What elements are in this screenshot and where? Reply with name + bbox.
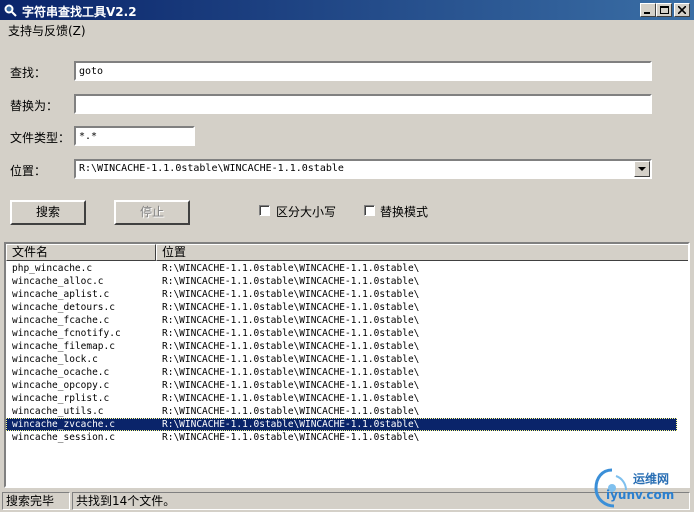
table-row[interactable]: wincache_alloc.c R:\WINCACHE-1.1.0stable\… bbox=[6, 275, 688, 288]
watermark: 运维网 iyunv.com bbox=[592, 466, 692, 510]
table-row[interactable]: wincache_utils.c R:\WINCACHE-1.1.0stable\… bbox=[6, 405, 688, 418]
cell-location: R:\WINCACHE-1.1.0stable\WINCACHE-1.1.0st… bbox=[162, 419, 420, 430]
case-sensitive-label: 区分大小写 bbox=[276, 205, 337, 219]
cell-filename: wincache_fcache.c bbox=[12, 315, 110, 326]
cell-filename: wincache_utils.c bbox=[12, 406, 104, 417]
table-row[interactable]: wincache_zvcache.c R:\WINCACHE-1.1.0stabl… bbox=[6, 418, 677, 431]
replace-mode-checkbox[interactable] bbox=[364, 205, 375, 216]
magnifier-app-icon bbox=[3, 3, 17, 17]
menu-support-feedback[interactable]: 支持与反馈(Z) bbox=[8, 22, 86, 39]
filetype-label: 文件类型： bbox=[10, 131, 71, 145]
cell-filename: wincache_rplist.c bbox=[12, 393, 110, 404]
cell-filename: wincache_filemap.c bbox=[12, 341, 115, 352]
cell-location: R:\WINCACHE-1.1.0stable\WINCACHE-1.1.0st… bbox=[162, 263, 420, 274]
location-value: R:\WINCACHE-1.1.0stable\WINCACHE-1.1.0st… bbox=[79, 163, 344, 174]
cell-location: R:\WINCACHE-1.1.0stable\WINCACHE-1.1.0st… bbox=[162, 406, 420, 417]
list-header: 文件名 位置 bbox=[6, 244, 688, 261]
cell-filename: wincache_aplist.c bbox=[12, 289, 110, 300]
chevron-down-icon bbox=[638, 167, 646, 171]
column-header-filename[interactable]: 文件名 bbox=[6, 244, 156, 261]
location-dropdown-button[interactable] bbox=[634, 161, 650, 177]
cell-filename: wincache_detours.c bbox=[12, 302, 115, 313]
cell-location: R:\WINCACHE-1.1.0stable\WINCACHE-1.1.0st… bbox=[162, 432, 420, 443]
cell-filename: wincache_opcopy.c bbox=[12, 380, 110, 391]
table-row[interactable]: wincache_ocache.c R:\WINCACHE-1.1.0stable… bbox=[6, 366, 688, 379]
cell-filename: php_wincache.c bbox=[12, 263, 93, 274]
cell-location: R:\WINCACHE-1.1.0stable\WINCACHE-1.1.0st… bbox=[162, 393, 420, 404]
cell-location: R:\WINCACHE-1.1.0stable\WINCACHE-1.1.0st… bbox=[162, 367, 420, 378]
menu-bar: 支持与反馈(Z) bbox=[0, 20, 694, 39]
case-sensitive-checkbox[interactable] bbox=[259, 205, 270, 216]
location-label: 位置： bbox=[10, 164, 47, 178]
cell-filename: wincache_ocache.c bbox=[12, 367, 110, 378]
cell-location: R:\WINCACHE-1.1.0stable\WINCACHE-1.1.0st… bbox=[162, 341, 420, 352]
results-rows: php_wincache.c R:\WINCACHE-1.1.0stable\WI… bbox=[6, 262, 688, 444]
table-row[interactable]: wincache_fcache.c R:\WINCACHE-1.1.0stable… bbox=[6, 314, 688, 327]
table-row[interactable]: wincache_filemap.c R:\WINCACHE-1.1.0stabl… bbox=[6, 340, 688, 353]
minimize-button[interactable] bbox=[640, 3, 656, 17]
close-button[interactable] bbox=[674, 3, 690, 17]
table-row[interactable]: wincache_opcopy.c R:\WINCACHE-1.1.0stable… bbox=[6, 379, 688, 392]
column-header-location[interactable]: 位置 bbox=[156, 244, 688, 261]
window-title: 字符串查找工具V2.2 bbox=[22, 5, 137, 19]
replace-input[interactable] bbox=[74, 94, 652, 114]
cell-filename: wincache_fcnotify.c bbox=[12, 328, 121, 339]
table-row[interactable]: wincache_fcnotify.c R:\WINCACHE-1.1.0stab… bbox=[6, 327, 688, 340]
cell-filename: wincache_session.c bbox=[12, 432, 115, 443]
cell-location: R:\WINCACHE-1.1.0stable\WINCACHE-1.1.0st… bbox=[162, 315, 420, 326]
find-input[interactable] bbox=[74, 61, 652, 81]
cell-location: R:\WINCACHE-1.1.0stable\WINCACHE-1.1.0st… bbox=[162, 276, 420, 287]
replace-mode-label: 替换模式 bbox=[380, 205, 429, 219]
cell-location: R:\WINCACHE-1.1.0stable\WINCACHE-1.1.0st… bbox=[162, 354, 420, 365]
table-row[interactable]: wincache_detours.c R:\WINCACHE-1.1.0stabl… bbox=[6, 301, 688, 314]
location-combobox[interactable]: R:\WINCACHE-1.1.0stable\WINCACHE-1.1.0st… bbox=[74, 159, 652, 179]
stop-button[interactable]: 停止 bbox=[114, 200, 190, 225]
cell-location: R:\WINCACHE-1.1.0stable\WINCACHE-1.1.0st… bbox=[162, 380, 420, 391]
table-row[interactable]: wincache_session.c R:\WINCACHE-1.1.0stabl… bbox=[6, 431, 688, 444]
cell-filename: wincache_zvcache.c bbox=[12, 419, 115, 430]
replace-label: 替换为： bbox=[10, 99, 59, 113]
maximize-button[interactable] bbox=[656, 3, 672, 17]
table-row[interactable]: wincache_rplist.c R:\WINCACHE-1.1.0stable… bbox=[6, 392, 688, 405]
results-list[interactable]: 文件名 位置 php_wincache.c R:\WINCACHE-1.1.0st… bbox=[4, 242, 690, 488]
filetype-input[interactable] bbox=[74, 126, 195, 146]
table-row[interactable]: wincache_aplist.c R:\WINCACHE-1.1.0stable… bbox=[6, 288, 688, 301]
cell-filename: wincache_alloc.c bbox=[12, 276, 104, 287]
status-bar: 搜索完毕 共找到14个文件。 bbox=[0, 490, 694, 512]
cell-location: R:\WINCACHE-1.1.0stable\WINCACHE-1.1.0st… bbox=[162, 302, 420, 313]
status-state: 搜索完毕 bbox=[2, 492, 70, 510]
watermark-name: 运维网 bbox=[633, 472, 670, 486]
cell-location: R:\WINCACHE-1.1.0stable\WINCACHE-1.1.0st… bbox=[162, 289, 420, 300]
table-row[interactable]: wincache_lock.c R:\WINCACHE-1.1.0stable\W… bbox=[6, 353, 688, 366]
cell-location: R:\WINCACHE-1.1.0stable\WINCACHE-1.1.0st… bbox=[162, 328, 420, 339]
search-button[interactable]: 搜索 bbox=[10, 200, 86, 225]
table-row[interactable]: php_wincache.c R:\WINCACHE-1.1.0stable\WI… bbox=[6, 262, 688, 275]
title-bar[interactable]: 字符串查找工具V2.2 bbox=[0, 0, 694, 20]
watermark-url: iyunv.com bbox=[606, 488, 675, 502]
find-label: 查找： bbox=[10, 66, 47, 80]
cell-filename: wincache_lock.c bbox=[12, 354, 98, 365]
